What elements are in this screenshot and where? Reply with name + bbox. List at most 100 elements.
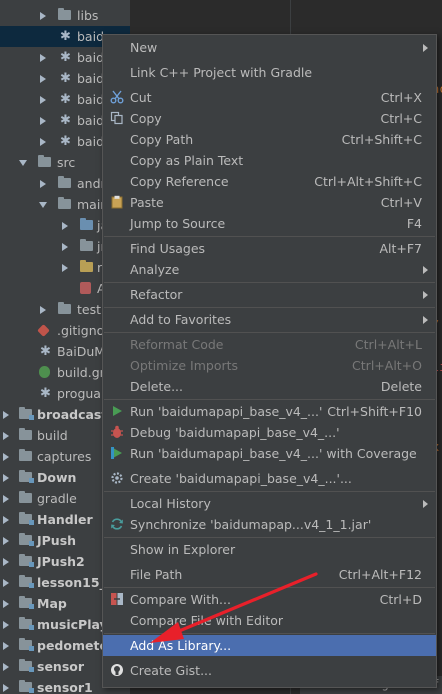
folder-icon [19,428,32,440]
module-folder-icon [19,617,34,630]
expand-arrow-icon[interactable] [3,558,9,566]
menu-item-paste[interactable]: Paste Ctrl+V [103,192,436,213]
gradle-file-icon [39,366,50,378]
menu-item-link-cpp[interactable]: Link C++ Project with Gradle [103,62,436,83]
module-folder-icon [19,659,34,672]
module-folder-icon [19,575,34,588]
menu-item-debug[interactable]: Debug 'baidumapapi_base_v4_...' [103,422,436,443]
menu-item-refactor[interactable]: Refactor [103,284,436,305]
menu-separator [104,307,435,308]
menu-separator [104,332,435,333]
folder-icon [58,197,71,209]
menu-item-synchronize[interactable]: Synchronize 'baidumapap...v4_1_1.jar' [103,514,436,535]
expand-arrow-icon[interactable] [40,306,46,314]
menu-item-copy-reference[interactable]: Copy Reference Ctrl+Alt+Shift+C [103,171,436,192]
menu-separator [104,236,435,237]
expand-arrow-icon[interactable] [40,12,46,20]
expand-arrow-icon[interactable] [3,474,9,482]
menu-item-compare-with[interactable]: Compare With... Ctrl+D [103,589,436,610]
menu-item-optimize-imports[interactable]: Optimize Imports Ctrl+Alt+O [103,355,436,376]
module-folder-icon [19,680,34,693]
git-file-icon [37,324,50,337]
menu-item-jump-to-source[interactable]: Jump to Source F4 [103,213,436,234]
module-folder-icon [19,596,34,609]
menu-item-file-path[interactable]: File Path Ctrl+Alt+F12 [103,564,436,585]
menu-item-reformat-code[interactable]: Reformat Code Ctrl+Alt+L [103,334,436,355]
menu-item-local-history[interactable]: Local History [103,493,436,514]
library-jar-icon: ✱ [60,134,71,149]
module-file-icon: ✱ [40,344,51,359]
menu-item-create-gist[interactable]: Create Gist... [103,660,436,681]
expand-arrow-icon[interactable] [3,663,9,671]
menu-separator [104,282,435,283]
github-icon [111,664,123,676]
menu-separator [104,399,435,400]
collapse-arrow-icon[interactable] [39,202,47,208]
expand-arrow-icon[interactable] [40,117,46,125]
expand-arrow-icon[interactable] [62,222,68,230]
folder-icon [19,491,32,503]
expand-arrow-icon[interactable] [3,537,9,545]
expand-arrow-icon[interactable] [40,138,46,146]
menu-item-compare-with-editor[interactable]: Compare File with Editor [103,610,436,631]
menu-item-run[interactable]: Run 'baidumapapi_base_v4_...' Ctrl+Shift… [103,401,436,422]
run-coverage-icon [111,447,122,459]
module-folder-icon [19,470,34,483]
scissors-icon [110,90,124,104]
source-folder-icon [80,218,93,230]
expand-arrow-icon[interactable] [3,453,9,461]
menu-item-delete[interactable]: Delete... Delete [103,376,436,397]
menu-separator [104,537,435,538]
menu-item-new[interactable]: New [103,37,436,58]
expand-arrow-icon[interactable] [3,411,9,419]
expand-arrow-icon[interactable] [3,642,9,650]
expand-arrow-icon[interactable] [3,684,9,692]
menu-separator [104,491,435,492]
module-folder-icon [19,638,34,651]
submenu-arrow-icon [423,500,428,508]
menu-item-add-to-favorites[interactable]: Add to Favorites [103,309,436,330]
library-jar-icon: ✱ [60,113,71,128]
tree-item-libs[interactable]: libs [0,5,130,26]
folder-icon [58,8,71,20]
folder-icon [38,155,51,167]
menu-item-show-in-explorer[interactable]: Show in Explorer [103,539,436,560]
module-folder-icon [19,533,34,546]
menu-item-run-with-coverage[interactable]: Run 'baidumapapi_base_v4_...' with Cover… [103,443,436,464]
debug-bug-icon [111,425,123,438]
config-gear-icon [111,472,123,484]
module-folder-icon [19,407,34,420]
expand-arrow-icon[interactable] [40,180,46,188]
expand-arrow-icon[interactable] [3,516,9,524]
expand-arrow-icon[interactable] [40,54,46,62]
menu-item-cut[interactable]: Cut Ctrl+X [103,87,436,108]
expand-arrow-icon[interactable] [40,75,46,83]
expand-arrow-icon[interactable] [3,579,9,587]
folder-icon [58,302,71,314]
module-folder-icon [19,512,34,525]
menu-item-add-as-library[interactable]: Add As Library... [103,635,436,656]
resource-folder-icon [80,260,93,272]
menu-item-copy[interactable]: Copy Ctrl+C [103,108,436,129]
expand-arrow-icon[interactable] [62,243,68,251]
folder-icon [58,176,71,188]
module-folder-icon [19,554,34,567]
menu-item-analyze[interactable]: Analyze [103,259,436,280]
expand-arrow-icon[interactable] [62,264,68,272]
menu-item-copy-path[interactable]: Copy Path Ctrl+Shift+C [103,129,436,150]
submenu-arrow-icon [423,291,428,299]
expand-arrow-icon[interactable] [3,600,9,608]
context-menu[interactable]: New Link C++ Project with Gradle Cut Ctr… [102,34,437,688]
menu-item-copy-plain-text[interactable]: Copy as Plain Text [103,150,436,171]
library-jar-icon: ✱ [60,92,71,107]
expand-arrow-icon[interactable] [3,495,9,503]
expand-arrow-icon[interactable] [3,432,9,440]
menu-item-find-usages[interactable]: Find Usages Alt+F7 [103,238,436,259]
menu-item-create-config[interactable]: Create 'baidumapapi_base_v4_...'... [103,468,436,489]
submenu-arrow-icon [423,266,428,274]
collapse-arrow-icon[interactable] [19,160,27,166]
submenu-arrow-icon [423,44,428,52]
expand-arrow-icon[interactable] [3,621,9,629]
expand-arrow-icon[interactable] [40,96,46,104]
sync-icon [111,518,123,530]
